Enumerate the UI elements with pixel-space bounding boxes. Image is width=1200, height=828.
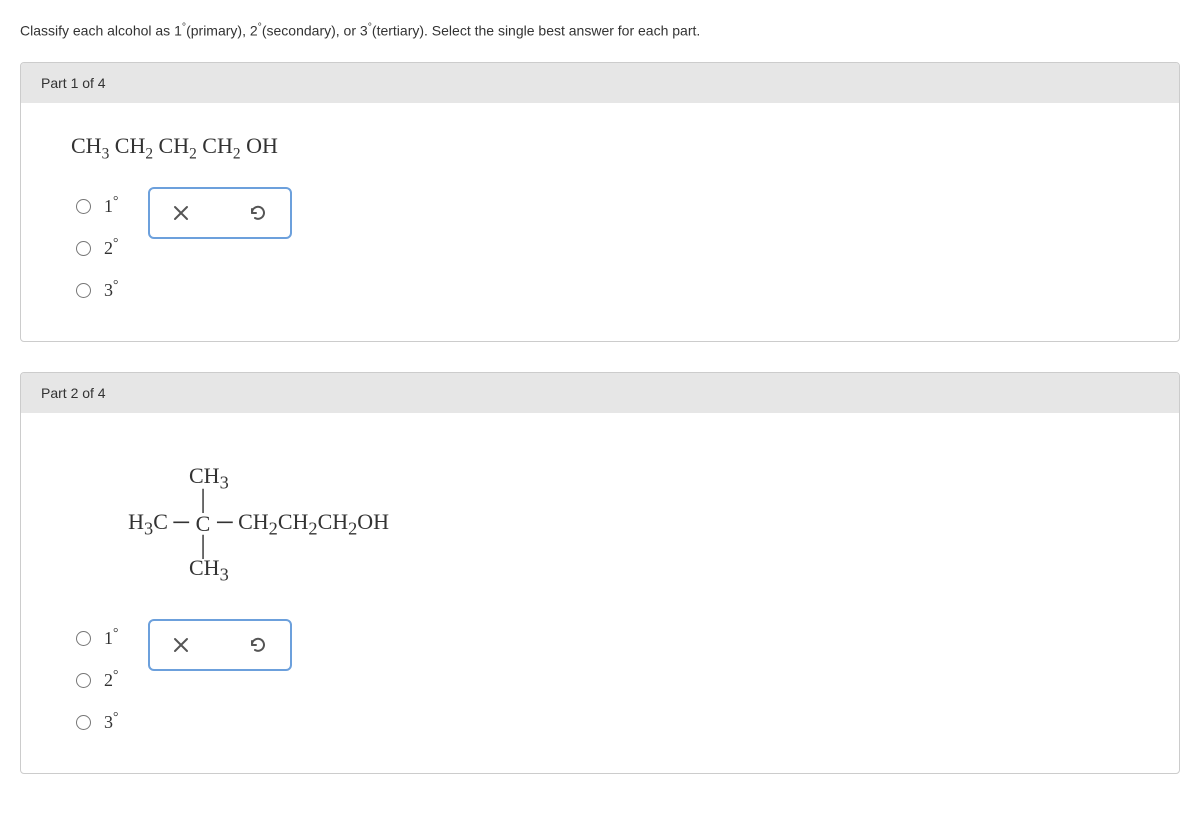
undo-icon (248, 203, 268, 223)
x-icon (172, 636, 190, 654)
part-1-radio-1[interactable] (76, 199, 91, 214)
question-prompt: Classify each alcohol as 1°(primary), 2°… (20, 20, 1180, 42)
part-2-option-1[interactable]: 1° (71, 625, 118, 649)
part-2-radio-3[interactable] (76, 715, 91, 730)
clear-button[interactable] (168, 632, 194, 658)
x-icon (172, 204, 190, 222)
part-2-radio-2[interactable] (76, 673, 91, 688)
part-2-toolbar (148, 619, 292, 671)
part-2-formula: CH3 │ H3C ─ C ─ CH2CH2CH2OH │ CH3 (111, 463, 1129, 585)
part-2-options: 1° 2° 3° (71, 625, 118, 733)
part-1-toolbar (148, 187, 292, 239)
reset-button[interactable] (244, 199, 272, 227)
part-2: Part 2 of 4 CH3 │ H3C ─ C ─ CH2CH2CH2OH … (20, 372, 1180, 774)
part-2-option-2[interactable]: 2° (71, 667, 118, 691)
reset-button[interactable] (244, 631, 272, 659)
part-2-radio-1[interactable] (76, 631, 91, 646)
part-1-radio-2[interactable] (76, 241, 91, 256)
clear-button[interactable] (168, 200, 194, 226)
part-1-formula: CH3 CH2 CH2 CH2 OH (71, 133, 1129, 163)
option-label: 2° (104, 235, 118, 259)
part-2-header: Part 2 of 4 (21, 373, 1179, 413)
part-2-option-3[interactable]: 3° (71, 709, 118, 733)
part-1-option-2[interactable]: 2° (71, 235, 118, 259)
option-label: 3° (104, 277, 118, 301)
option-label: 1° (104, 625, 118, 649)
part-1-options: 1° 2° 3° (71, 193, 118, 301)
part-1-radio-3[interactable] (76, 283, 91, 298)
part-1-option-3[interactable]: 3° (71, 277, 118, 301)
part-1: Part 1 of 4 CH3 CH2 CH2 CH2 OH 1° 2° 3° (20, 62, 1180, 342)
part-1-header: Part 1 of 4 (21, 63, 1179, 103)
part-1-option-1[interactable]: 1° (71, 193, 118, 217)
undo-icon (248, 635, 268, 655)
option-label: 3° (104, 709, 118, 733)
option-label: 2° (104, 667, 118, 691)
option-label: 1° (104, 193, 118, 217)
